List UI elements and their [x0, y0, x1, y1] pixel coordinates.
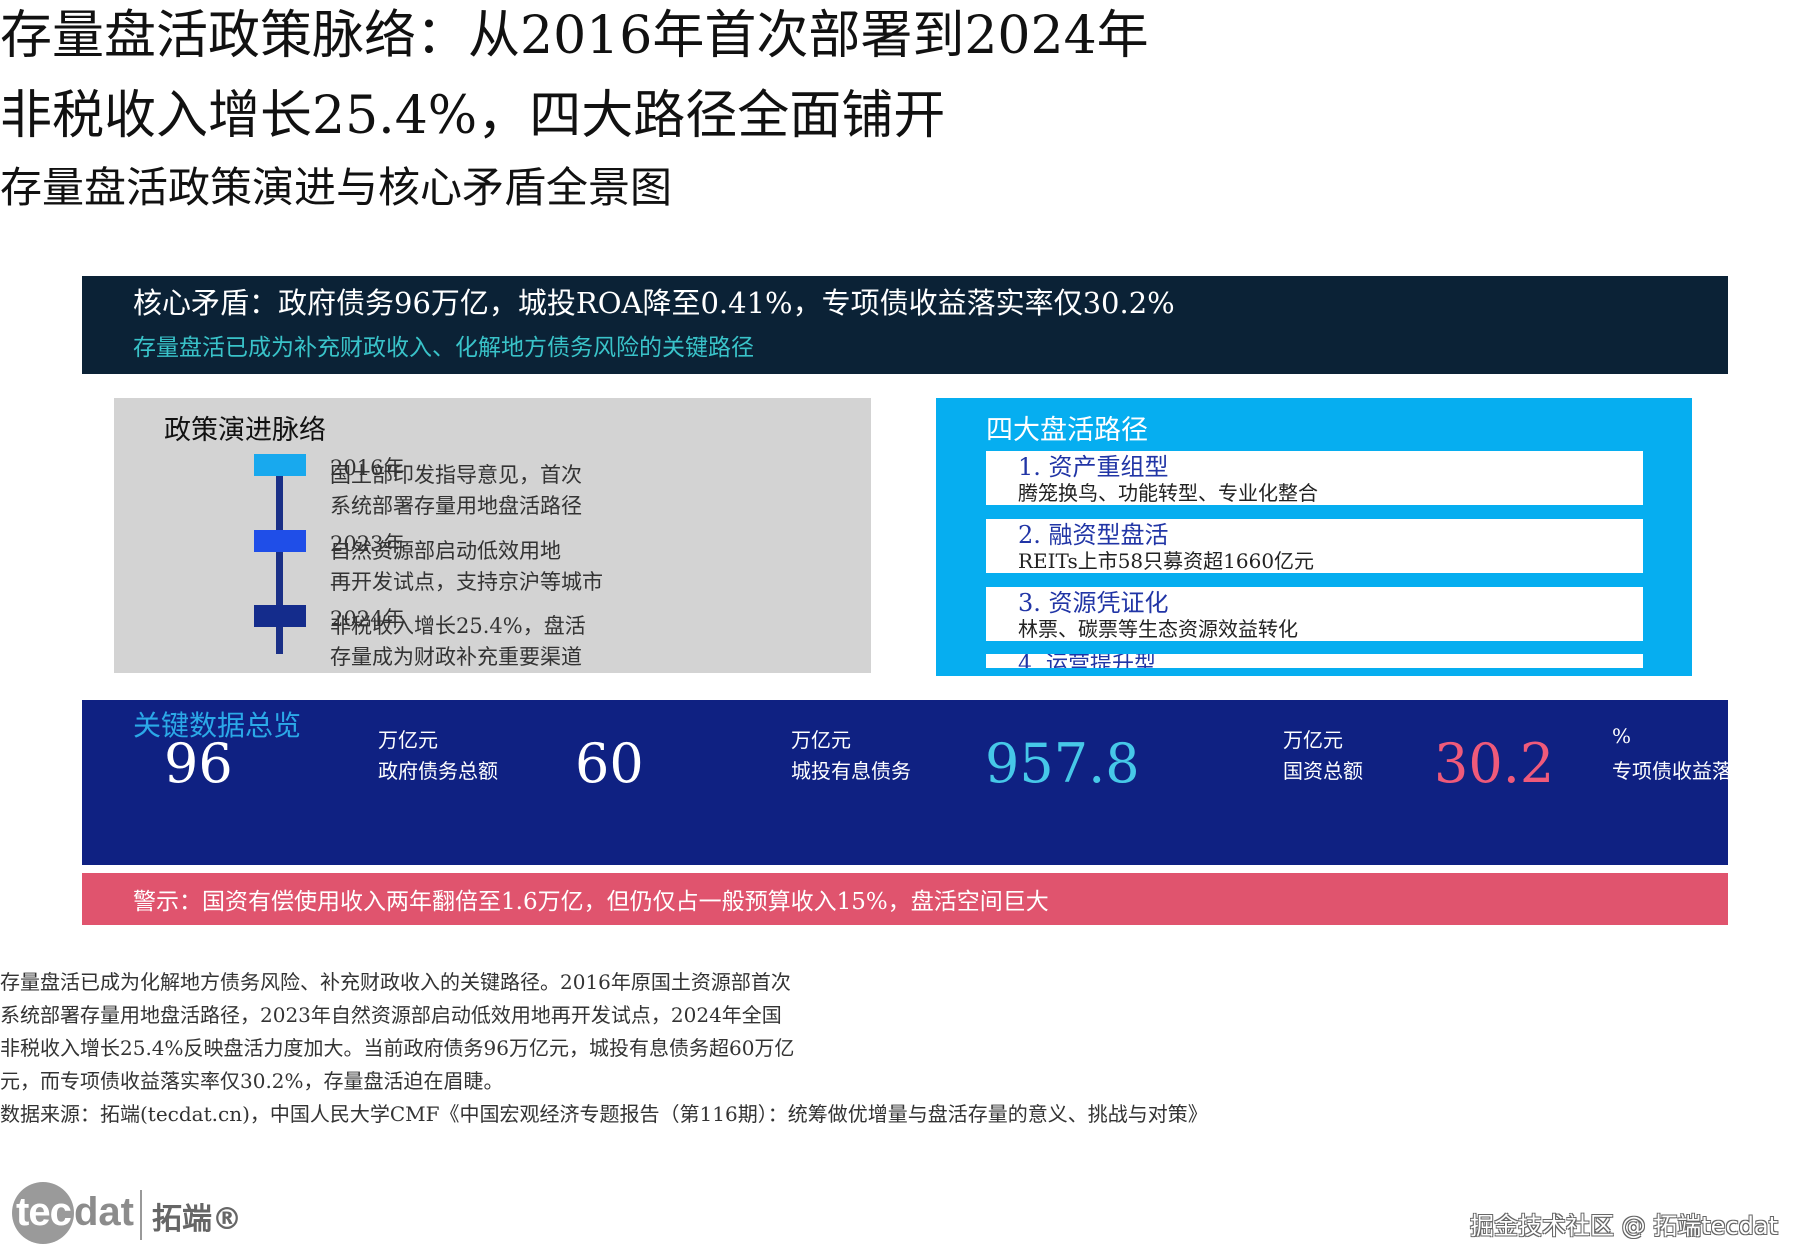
stat-unit: % — [1612, 724, 1632, 748]
stat-value: 957.8 — [985, 732, 1140, 795]
stat-label: 城投有息债务 — [791, 759, 911, 783]
path-card: 4. 运营提升型 — [986, 654, 1643, 668]
core-contradiction-banner: 核心矛盾：政府债务96万亿，城投ROA降至0.41%，专项债收益落实率仅30.2… — [82, 276, 1728, 374]
banner-title: 核心矛盾：政府债务96万亿，城投ROA降至0.41%，专项债收益落实率仅30.2… — [133, 286, 1175, 320]
stat-value: 30.2 — [1434, 732, 1555, 795]
path-desc: 林票、碳票等生态资源效益转化 — [1018, 617, 1298, 641]
logo-tec: tec — [16, 1190, 72, 1234]
data-source: 数据来源：拓端(tecdat.cn)，中国人民大学CMF《中国宏观经济专题报告（… — [0, 1102, 1208, 1126]
path-desc: REITs上市58只募资超1660亿元 — [1018, 549, 1315, 573]
timeline-marker-2024 — [254, 605, 306, 627]
policy-timeline-panel: 政策演进脉络 2016年 国土部印发指导意见，首次 系统部署存量用地盘活路径 2… — [114, 398, 871, 673]
stat-unit: 万亿元 — [1283, 728, 1343, 752]
summary-line: 非税收入增长25.4%反映盘活力度加大。当前政府债务96万亿元，城投有息债务超6… — [0, 1036, 795, 1060]
title-line-1: 存量盘活政策脉络：从2016年首次部署到2024年 — [0, 6, 1149, 66]
timeline-text-line: 国土部印发指导意见，首次 — [330, 463, 582, 487]
banner-subtitle: 存量盘活已成为补充财政收入、化解地方债务风险的关键路径 — [133, 335, 754, 361]
summary-line: 存量盘活已成为化解地方债务风险、补充财政收入的关键路径。2016年原国土资源部首… — [0, 970, 791, 994]
timeline-marker-2023 — [254, 530, 306, 552]
paths-title: 四大盘活路径 — [986, 415, 1148, 446]
four-paths-panel: 四大盘活路径 1. 资产重组型 腾笼换鸟、功能转型、专业化整合 2. 融资型盘活… — [936, 398, 1692, 676]
stat-value: 96 — [164, 732, 233, 795]
timeline-marker-2016 — [254, 454, 306, 476]
path-card: 1. 资产重组型 腾笼换鸟、功能转型、专业化整合 — [986, 451, 1643, 505]
stat-unit: 万亿元 — [791, 728, 851, 752]
path-desc: 腾笼换鸟、功能转型、专业化整合 — [1018, 481, 1318, 505]
key-data-band: 关键数据总览 96 万亿元 政府债务总额 60 万亿元 城投有息债务 957.8… — [82, 700, 1728, 865]
stat-unit: 万亿元 — [378, 728, 438, 752]
summary-line: 元，而专项债收益落实率仅30.2%，存量盘活迫在眉睫。 — [0, 1069, 504, 1093]
path-card: 2. 融资型盘活 REITs上市58只募资超1660亿元 — [986, 519, 1643, 573]
watermark: 掘金技术社区 @ 拓端tecdat — [1470, 1212, 1778, 1240]
stat-value: 60 — [575, 732, 644, 795]
path-card: 3. 资源凭证化 林票、碳票等生态资源效益转化 — [986, 587, 1643, 641]
timeline-text-line: 存量成为财政补充重要渠道 — [330, 645, 582, 669]
summary-paragraph: 存量盘活已成为化解地方债务风险、补充财政收入的关键路径。2016年原国土资源部首… — [0, 966, 1208, 1131]
warning-bar: 警示：国资有偿使用收入两年翻倍至1.6万亿，但仍仅占一般预算收入15%，盘活空间… — [82, 873, 1728, 925]
logo-separator — [140, 1190, 142, 1240]
timeline-text-line: 自然资源部启动低效用地 — [330, 539, 561, 563]
stat-label: 政府债务总额 — [378, 759, 498, 783]
timeline-title: 政策演进脉络 — [164, 415, 326, 446]
stat-label: 国资总额 — [1283, 759, 1363, 783]
timeline-text-line: 非税收入增长25.4%，盘活 — [330, 614, 586, 638]
page-subtitle: 存量盘活政策演进与核心矛盾全景图 — [0, 163, 673, 212]
logo-cn: 拓端® — [152, 1202, 242, 1237]
timeline-text: 自然资源部启动低效用地 再开发试点，支持京沪等城市 — [330, 536, 603, 598]
timeline-text-line: 系统部署存量用地盘活路径 — [330, 494, 582, 518]
path-name: 4. 运营提升型 — [1018, 654, 1156, 668]
title-line-2: 非税收入增长25.4%，四大路径全面铺开 — [0, 86, 946, 146]
logo-dat: dat — [74, 1190, 134, 1234]
timeline-text: 国土部印发指导意见，首次 系统部署存量用地盘活路径 — [330, 460, 582, 522]
timeline-text-line: 再开发试点，支持京沪等城市 — [330, 570, 603, 594]
timeline-text: 非税收入增长25.4%，盘活 存量成为财政补充重要渠道 — [330, 611, 586, 673]
stat-label: 专项债收益落实率 — [1612, 759, 1728, 783]
warning-text: 警示：国资有偿使用收入两年翻倍至1.6万亿，但仍仅占一般预算收入15%，盘活空间… — [133, 889, 1049, 915]
summary-line: 系统部署存量用地盘活路径，2023年自然资源部启动低效用地再开发试点，2024年… — [0, 1003, 782, 1027]
